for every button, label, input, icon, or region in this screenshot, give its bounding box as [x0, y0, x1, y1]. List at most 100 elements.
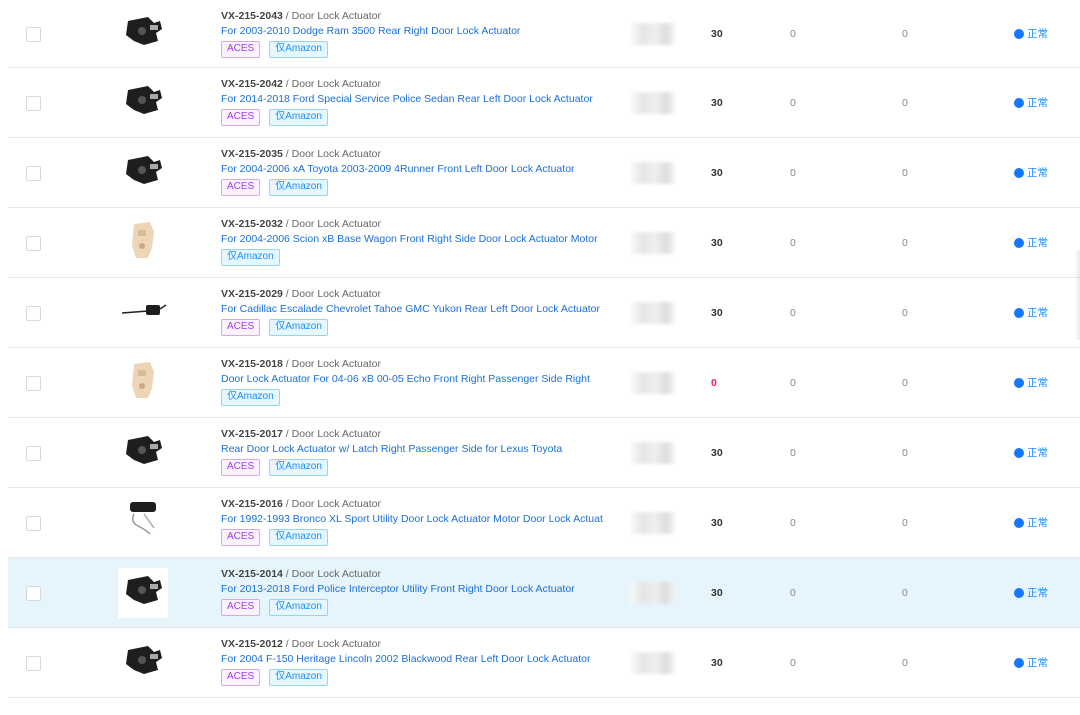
status-dot-icon — [1014, 237, 1024, 248]
table-row[interactable]: VX-215-2018 / Door Lock Actuator Door Lo… — [8, 348, 1080, 418]
product-title-link[interactable]: For 2004-2006 Scion xB Base Wagon Front … — [221, 232, 621, 247]
status-badge: 正常 — [1014, 656, 1048, 670]
sku[interactable]: VX-215-2035 — [221, 148, 283, 160]
product-title-link[interactable]: For 2004 F-150 Heritage Lincoln 2002 Bla… — [221, 652, 621, 667]
count-value-2: 0 — [902, 236, 908, 249]
sku[interactable]: VX-215-2029 — [221, 288, 283, 300]
scrollbar-shadow — [1074, 250, 1080, 340]
aces-tag: ACES — [221, 109, 261, 126]
count-value-2: 0 — [902, 96, 908, 109]
sku[interactable]: VX-215-2018 — [221, 358, 283, 370]
sku[interactable]: VX-215-2012 — [221, 638, 283, 650]
product-title-link[interactable]: Rear Door Lock Actuator w/ Latch Right P… — [221, 442, 621, 457]
count-value: 0 — [790, 306, 796, 319]
aces-tag: ACES — [221, 319, 261, 336]
category: Door Lock Actuator — [291, 638, 381, 650]
rods-actuator-image — [120, 498, 166, 547]
product-title-link[interactable]: For 2014-2018 Ford Special Service Polic… — [221, 92, 621, 107]
product-info: VX-215-2042 / Door Lock Actuator For 201… — [221, 77, 621, 126]
stock-value: 30 — [711, 446, 723, 459]
row-checkbox[interactable] — [26, 445, 41, 461]
sku[interactable]: VX-215-2017 — [221, 428, 283, 440]
row-checkbox[interactable] — [26, 305, 41, 321]
count-value: 0 — [790, 516, 796, 529]
aces-tag: ACES — [221, 459, 261, 476]
product-thumbnail[interactable] — [118, 148, 168, 198]
status-badge: 正常 — [1014, 586, 1048, 600]
status-badge: 正常 — [1014, 306, 1048, 320]
status-label: 正常 — [1027, 96, 1048, 109]
count-value-2: 0 — [902, 376, 908, 389]
product-title-link[interactable]: For Cadillac Escalade Chevrolet Tahoe GM… — [221, 302, 621, 317]
table-row[interactable]: VX-215-2016 / Door Lock Actuator For 199… — [8, 488, 1080, 558]
sku[interactable]: VX-215-2016 — [221, 498, 283, 510]
table-row[interactable]: VX-215-2029 / Door Lock Actuator For Cad… — [8, 278, 1080, 348]
table-row[interactable]: VX-215-2014 / Door Lock Actuator For 201… — [8, 558, 1080, 628]
row-checkbox[interactable] — [26, 585, 41, 601]
amazon-only-tag: 仅Amazon — [221, 389, 280, 406]
status-label: 正常 — [1027, 27, 1048, 40]
black-actuator-image — [120, 430, 166, 475]
product-thumbnail[interactable] — [118, 358, 168, 408]
row-checkbox[interactable] — [26, 165, 41, 181]
product-thumbnail[interactable] — [118, 9, 168, 59]
row-checkbox[interactable] — [26, 95, 41, 111]
amazon-only-tag: 仅Amazon — [269, 599, 328, 616]
table-row[interactable]: VX-215-2017 / Door Lock Actuator Rear Do… — [8, 418, 1080, 488]
stock-value: 30 — [711, 27, 723, 40]
table-row[interactable]: VX-215-2012 / Door Lock Actuator For 200… — [8, 628, 1080, 698]
category: Door Lock Actuator — [291, 288, 381, 300]
status-badge: 正常 — [1014, 376, 1048, 390]
product-title-link[interactable]: For 1992-1993 Bronco XL Sport Utility Do… — [221, 512, 621, 527]
product-thumbnail[interactable] — [118, 428, 168, 478]
blurred-cell — [630, 161, 675, 184]
black-actuator-image — [120, 150, 166, 195]
amazon-only-tag: 仅Amazon — [221, 249, 280, 266]
sku-line: VX-215-2012 / Door Lock Actuator — [221, 638, 381, 650]
product-title-link[interactable]: For 2004-2006 xA Toyota 2003-2009 4Runne… — [221, 162, 621, 177]
count-value-2: 0 — [902, 446, 908, 459]
stock-value: 30 — [711, 306, 723, 319]
product-info: VX-215-2043 / Door Lock Actuator For 200… — [221, 9, 621, 58]
product-table: VX-215-2043 / Door Lock Actuator For 200… — [8, 0, 1080, 698]
status-dot-icon — [1014, 97, 1024, 108]
amazon-only-tag: 仅Amazon — [269, 41, 328, 58]
tag-group: ACES 仅Amazon — [221, 529, 621, 546]
category: Door Lock Actuator — [291, 148, 381, 160]
sku[interactable]: VX-215-2043 — [221, 10, 283, 22]
product-thumbnail[interactable] — [118, 78, 168, 128]
product-thumbnail[interactable] — [118, 288, 168, 338]
row-checkbox[interactable] — [26, 235, 41, 251]
count-value: 0 — [790, 96, 796, 109]
count-value: 0 — [790, 656, 796, 669]
count-value-2: 0 — [902, 516, 908, 529]
product-thumbnail[interactable] — [118, 498, 168, 548]
status-badge: 正常 — [1014, 27, 1048, 41]
sku[interactable]: VX-215-2014 — [221, 568, 283, 580]
product-thumbnail[interactable] — [118, 638, 168, 688]
product-title-link[interactable]: For 2013-2018 Ford Police Interceptor Ut… — [221, 582, 621, 597]
category: Door Lock Actuator — [291, 78, 381, 90]
sku[interactable]: VX-215-2032 — [221, 218, 283, 230]
product-title-link[interactable]: For 2003-2010 Dodge Ram 3500 Rear Right … — [221, 24, 621, 39]
sku[interactable]: VX-215-2042 — [221, 78, 283, 90]
stock-value: 30 — [711, 166, 723, 179]
status-badge: 正常 — [1014, 96, 1048, 110]
tag-group: ACES 仅Amazon — [221, 109, 621, 126]
table-row[interactable]: VX-215-2035 / Door Lock Actuator For 200… — [8, 138, 1080, 208]
product-title-link[interactable]: Door Lock Actuator For 04-06 xB 00-05 Ec… — [221, 372, 621, 387]
row-checkbox[interactable] — [26, 26, 41, 42]
table-row[interactable]: VX-215-2032 / Door Lock Actuator For 200… — [8, 208, 1080, 278]
row-checkbox[interactable] — [26, 655, 41, 671]
status-label: 正常 — [1027, 656, 1048, 669]
row-checkbox[interactable] — [26, 515, 41, 531]
status-dot-icon — [1014, 657, 1024, 668]
table-row[interactable]: VX-215-2042 / Door Lock Actuator For 201… — [8, 68, 1080, 138]
product-info: VX-215-2017 / Door Lock Actuator Rear Do… — [221, 427, 621, 476]
product-thumbnail[interactable] — [118, 567, 168, 618]
row-checkbox[interactable] — [26, 375, 41, 391]
product-thumbnail[interactable] — [118, 218, 168, 268]
table-row[interactable]: VX-215-2043 / Door Lock Actuator For 200… — [8, 0, 1080, 68]
stock-value: 30 — [711, 656, 723, 669]
sku-line: VX-215-2016 / Door Lock Actuator — [221, 498, 381, 510]
